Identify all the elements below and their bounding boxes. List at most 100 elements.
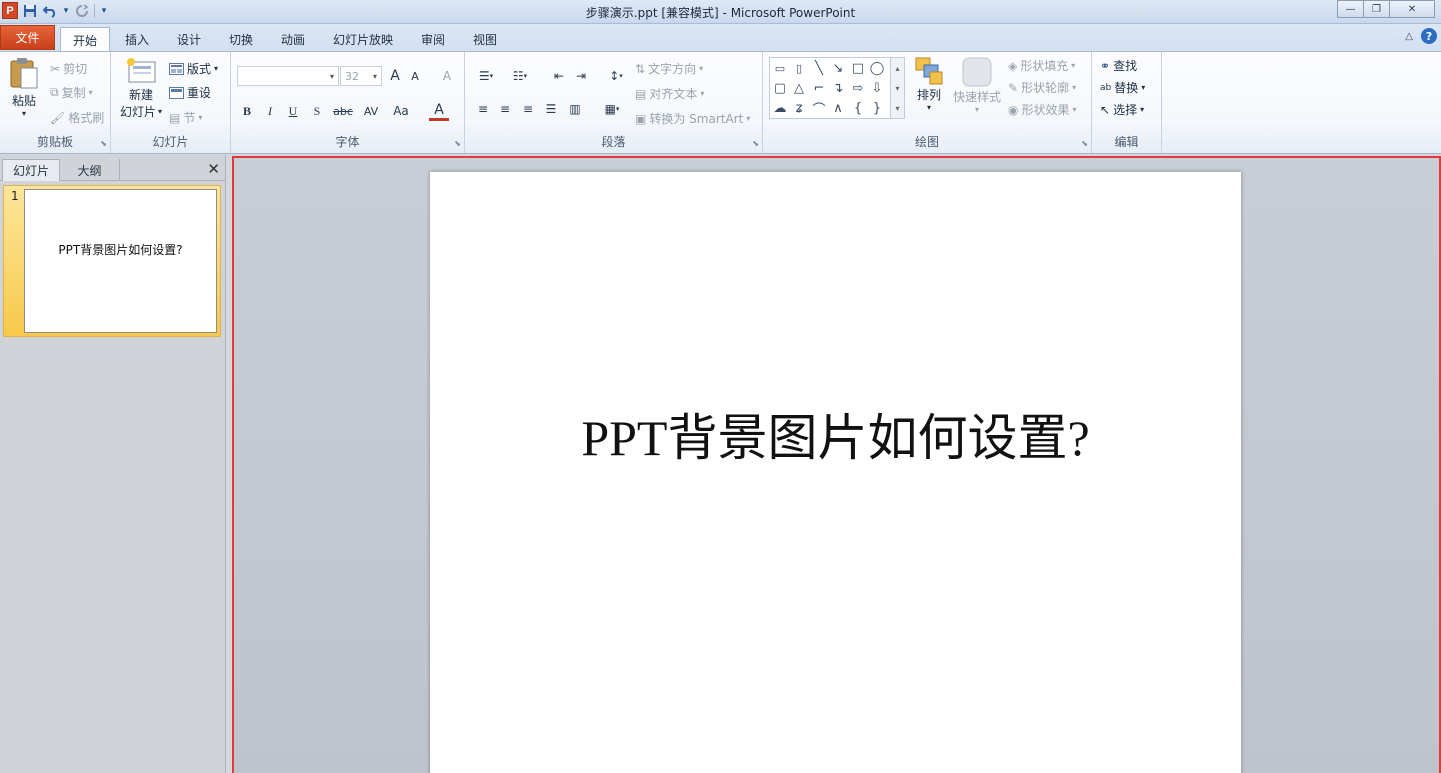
copy-button[interactable]: ⧉ 复制 ▾ xyxy=(50,84,93,101)
layout-button[interactable]: 版式 ▾ xyxy=(169,60,218,77)
char-spacing-button[interactable]: AV xyxy=(359,101,383,121)
elbow-arrow-shape-icon[interactable]: ↴ xyxy=(829,79,847,97)
drawing-launcher-icon[interactable]: ⬊ xyxy=(1081,139,1088,148)
oval-shape-icon[interactable]: ◯ xyxy=(868,59,886,77)
paste-dropdown-icon[interactable]: ▾ xyxy=(22,109,26,118)
shapes-gallery[interactable]: ▭ ▯ ╲ ↘ □ ◯ ▢ △ ⌐ ↴ ⇨ ⇩ ☁ ʑ ⌒ ∧ { } ▴ ▾ … xyxy=(769,57,905,119)
tab-slides[interactable]: 幻灯片 xyxy=(2,159,60,181)
tab-review[interactable]: 审阅 xyxy=(412,27,454,51)
justify-icon[interactable]: ☰ xyxy=(541,99,561,119)
distributed-icon[interactable]: ▥ xyxy=(565,99,585,119)
slide-thumbnail[interactable]: PPT背景图片如何设置? xyxy=(24,189,217,333)
paste-icon xyxy=(9,56,39,90)
down-arrow-shape-icon[interactable]: ⇩ xyxy=(868,79,886,97)
shape-effects-button[interactable]: ◉ 形状效果 ▾ xyxy=(1008,101,1077,118)
tab-transitions[interactable]: 切换 xyxy=(220,27,262,51)
scribble-shape-icon[interactable]: ∧ xyxy=(829,99,847,117)
line-spacing-icon[interactable]: ↕ ▾ xyxy=(603,66,629,86)
tab-design[interactable]: 设计 xyxy=(168,27,210,51)
curve-shape-icon[interactable]: ⌒ xyxy=(810,99,828,118)
select-button[interactable]: ↖ 选择 ▾ xyxy=(1100,101,1144,118)
font-size-combo[interactable]: 32 ▾ xyxy=(340,66,382,86)
tab-insert[interactable]: 插入 xyxy=(116,27,158,51)
gallery-scroll[interactable]: ▴ ▾ ▾ xyxy=(890,58,904,118)
left-brace-shape-icon[interactable]: { xyxy=(849,99,867,117)
bullets-icon[interactable]: ☰ ▾ xyxy=(471,66,501,86)
align-left-icon[interactable]: ≡ xyxy=(473,99,493,119)
right-brace-shape-icon[interactable]: } xyxy=(868,99,886,117)
shape-outline-button[interactable]: ✎ 形状轮廓 ▾ xyxy=(1008,79,1076,96)
tab-view[interactable]: 视图 xyxy=(464,27,506,51)
align-right-icon[interactable]: ≡ xyxy=(518,99,538,119)
vertical-textbox-shape-icon[interactable]: ▯ xyxy=(790,59,808,77)
section-button[interactable]: ▤ 节 ▾ xyxy=(169,109,202,126)
replace-button[interactable]: ab 替换 ▾ xyxy=(1100,79,1145,96)
reset-label: 重设 xyxy=(187,86,212,100)
quick-styles-button[interactable]: 快速样式 ▾ xyxy=(951,56,1003,114)
slide-title[interactable]: PPT背景图片如何设置? xyxy=(430,398,1241,470)
close-button[interactable]: ✕ xyxy=(1389,0,1435,18)
format-painter-button[interactable]: 🖌 格式刷 xyxy=(50,109,104,126)
minimize-ribbon-icon[interactable]: △ xyxy=(1405,31,1413,42)
textbox-shape-icon[interactable]: ▭ xyxy=(771,59,789,77)
slide-canvas[interactable]: PPT背景图片如何设置? xyxy=(430,172,1241,773)
change-case-button[interactable]: Aa xyxy=(389,101,413,121)
decrease-indent-icon[interactable]: ⇤ xyxy=(549,66,569,86)
reset-button[interactable]: 重设 xyxy=(169,84,211,101)
columns-icon[interactable]: ▦ ▾ xyxy=(599,99,625,119)
elbow-connector-shape-icon[interactable]: ⌐ xyxy=(810,79,828,97)
rectangle-shape-icon[interactable]: □ xyxy=(849,59,867,77)
ribbon: 粘贴 ▾ ✂ 剪切 ⧉ 复制 ▾ 🖌 格式刷 剪贴板 ⬊ 新建 幻灯片 ▾ 版式… xyxy=(0,51,1441,154)
gallery-more-icon[interactable]: ▾ xyxy=(895,104,899,113)
cut-button[interactable]: ✂ 剪切 xyxy=(50,60,87,77)
increase-indent-icon[interactable]: ⇥ xyxy=(571,66,591,86)
paste-button[interactable]: 粘贴 ▾ xyxy=(6,56,42,118)
cloud-shape-icon[interactable]: ☁ xyxy=(771,99,789,117)
font-name-combo[interactable]: ▾ xyxy=(237,66,339,86)
chevron-down-icon[interactable]: ▾ xyxy=(895,84,899,93)
freeform-shape-icon[interactable]: ʑ xyxy=(790,99,808,117)
shrink-font-button[interactable]: A xyxy=(405,66,425,86)
new-slide-label-1: 新建 xyxy=(128,88,153,102)
text-direction-label: 文字方向 xyxy=(648,62,697,76)
convert-smartart-button[interactable]: ▣ 转换为 SmartArt ▾ xyxy=(635,110,750,127)
replace-label: 替换 xyxy=(1114,81,1139,95)
strikethrough-button[interactable]: abc xyxy=(330,101,356,121)
tab-file[interactable]: 文件 xyxy=(0,25,55,50)
paragraph-launcher-icon[interactable]: ⬊ xyxy=(752,139,759,148)
font-color-button[interactable]: A xyxy=(429,101,449,121)
shape-fill-button[interactable]: ◈ 形状填充 ▾ xyxy=(1008,57,1075,74)
triangle-shape-icon[interactable]: △ xyxy=(790,79,808,97)
align-center-icon[interactable]: ≡ xyxy=(495,99,515,119)
numbering-icon[interactable]: ☷ ▾ xyxy=(505,66,535,86)
align-text-button[interactable]: ▤ 对齐文本 ▾ xyxy=(635,85,704,102)
help-icon[interactable]: ? xyxy=(1421,28,1437,44)
grow-font-button[interactable]: A xyxy=(385,66,405,86)
slide-thumbnail-item[interactable]: 1 PPT背景图片如何设置? xyxy=(3,185,221,337)
restore-button[interactable]: ❐ xyxy=(1363,0,1390,18)
clear-format-button[interactable]: A xyxy=(437,66,457,86)
bold-button[interactable]: B xyxy=(237,101,257,121)
font-launcher-icon[interactable]: ⬊ xyxy=(454,139,461,148)
right-arrow-shape-icon[interactable]: ⇨ xyxy=(849,79,867,97)
tab-outline[interactable]: 大纲 xyxy=(60,159,120,181)
new-slide-button[interactable]: 新建 幻灯片 ▾ xyxy=(117,56,165,120)
underline-button[interactable]: U xyxy=(283,101,303,121)
minimize-button[interactable]: — xyxy=(1337,0,1364,18)
arrow-line-shape-icon[interactable]: ↘ xyxy=(829,59,847,77)
tab-slideshow[interactable]: 幻灯片放映 xyxy=(324,27,402,51)
text-direction-button[interactable]: ⇅ 文字方向 ▾ xyxy=(635,60,703,77)
find-button[interactable]: ⚭ 查找 xyxy=(1100,57,1137,74)
tab-animations[interactable]: 动画 xyxy=(272,27,314,51)
clipboard-launcher-icon[interactable]: ⬊ xyxy=(100,139,107,148)
arrange-button[interactable]: 排列 ▾ xyxy=(911,56,947,112)
line-shape-icon[interactable]: ╲ xyxy=(810,59,828,77)
arrange-label: 排列 xyxy=(916,88,941,102)
close-icon[interactable]: ✕ xyxy=(207,160,220,178)
rounded-rect-shape-icon[interactable]: ▢ xyxy=(771,79,789,97)
text-shadow-button[interactable]: S xyxy=(307,101,327,121)
chevron-up-icon[interactable]: ▴ xyxy=(895,64,899,73)
tab-home[interactable]: 开始 xyxy=(60,27,110,52)
italic-button[interactable]: I xyxy=(260,101,280,121)
cursor-icon: ↖ xyxy=(1100,102,1111,117)
